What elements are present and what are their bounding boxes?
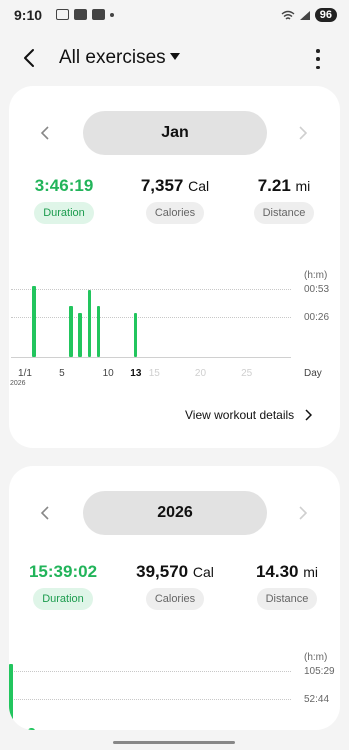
chart-baseline [11,357,291,358]
status-time: 9:10 [14,7,43,23]
x-tick-25: 25 [241,368,253,379]
calories-number: 7,357 [140,176,184,195]
day-bar-7 [78,313,82,357]
day-bar-8 [87,290,92,357]
year-distance-value: 14.30 mi [251,562,323,582]
status-bar: 9:10 96 [0,0,349,30]
exercise-filter-title[interactable]: All exercises [59,47,166,69]
year-y-axis-unit: (h:m) [304,652,328,663]
x-axis-unit: Day [304,368,322,379]
top-app-bar: All exercises [0,38,349,80]
more-options-icon[interactable] [308,48,328,70]
year-gridline-mid [11,699,291,700]
view-details-label: View workout details [185,408,295,422]
wifi-icon [281,10,295,20]
view-workout-details-link[interactable]: View workout details [185,408,313,422]
year-distance-stat: 14.30 mi Distance [251,562,323,610]
next-period-icon[interactable] [295,125,309,141]
period-selector: Jan [9,111,340,155]
calories-value: 7,357 Cal [135,176,215,196]
x-tick-1: 1/1 [18,368,32,379]
calories-stat: 7,357 Cal Calories [135,176,215,224]
year-calories-label: Calories [145,588,205,610]
gridline-mid [11,317,291,318]
year-duration-stat: 15:39:02 Duration [27,562,99,610]
x-axis-year: 2026 [10,380,26,387]
calories-unit: Cal [188,178,210,194]
duration-value: 3:46:19 [34,176,94,195]
year-calories-number: 39,570 [136,562,189,581]
calories-label: Calories [145,202,205,224]
gridline-high [11,289,291,290]
year-calories-stat: 39,570 Cal Calories [127,562,223,610]
duration-stat: 3:46:19 Duration [29,176,99,224]
day-bar-9 [96,305,101,357]
day-bar-6 [69,305,73,357]
distance-value: 7.21 mi [249,176,319,196]
monthly-summary-card: Jan 3:46:19 Duration 7,357 Cal Calories … [9,86,340,448]
year-y-tick-mid: 52:44 [304,694,330,705]
chevron-right-icon [305,409,313,421]
app-notification-icon [74,9,87,20]
y-tick-high: 00:53 [304,284,330,295]
year-distance-number: 14.30 [255,562,299,581]
yearly-stats: 15:39:02 Duration 39,570 Cal Calories 14… [9,562,340,622]
year-bar-feb [28,728,35,730]
period-year-button[interactable]: 2026 [83,491,267,535]
duration-label: Duration [34,202,94,224]
monthly-stats: 3:46:19 Duration 7,357 Cal Calories 7.21… [9,176,340,236]
signal-icon [299,10,310,20]
day-bar-13 [133,313,138,357]
previous-year-icon[interactable] [39,505,53,521]
y-axis-unit: (h:m) [304,270,328,281]
year-distance-unit: mi [303,564,319,580]
year-duration-value: 15:39:02 [28,562,98,581]
distance-label: Distance [253,202,315,224]
year-calories-unit: Cal [192,564,214,580]
back-arrow-icon[interactable] [18,46,42,70]
system-icons: 96 [281,8,337,22]
previous-period-icon[interactable] [39,125,53,141]
year-gridline-high [11,671,291,672]
next-year-icon[interactable] [295,505,309,521]
y-tick-mid: 00:26 [304,312,330,323]
period-month-button[interactable]: Jan [83,111,267,155]
yearly-summary-card: 2026 15:39:02 Duration 39,570 Cal Calori… [9,466,340,730]
period-selector-year: 2026 [9,491,340,535]
day-bar-2 [32,286,36,357]
notification-icons [56,9,114,20]
home-indicator [113,741,235,744]
year-duration-label: Duration [33,588,93,610]
year-y-tick-high: 105:29 [304,666,335,677]
distance-number: 7.21 [257,176,291,195]
distance-unit: mi [295,178,311,194]
x-tick-10: 10 [102,368,114,379]
x-tick-15: 15 [148,368,160,379]
game-notification-icon [92,9,105,20]
more-notifications-icon [110,12,114,17]
battery-indicator: 96 [314,8,337,22]
distance-stat: 7.21 mi Distance [249,176,319,224]
x-tick-5: 5 [59,368,65,379]
year-distance-label: Distance [256,588,318,610]
year-bar-jan [9,664,13,730]
year-calories-value: 39,570 Cal [127,562,223,582]
screenshot-icon [56,9,69,20]
x-tick-13: 13 [130,368,142,379]
dropdown-caret-icon[interactable] [170,53,180,60]
x-tick-20: 20 [194,368,207,379]
